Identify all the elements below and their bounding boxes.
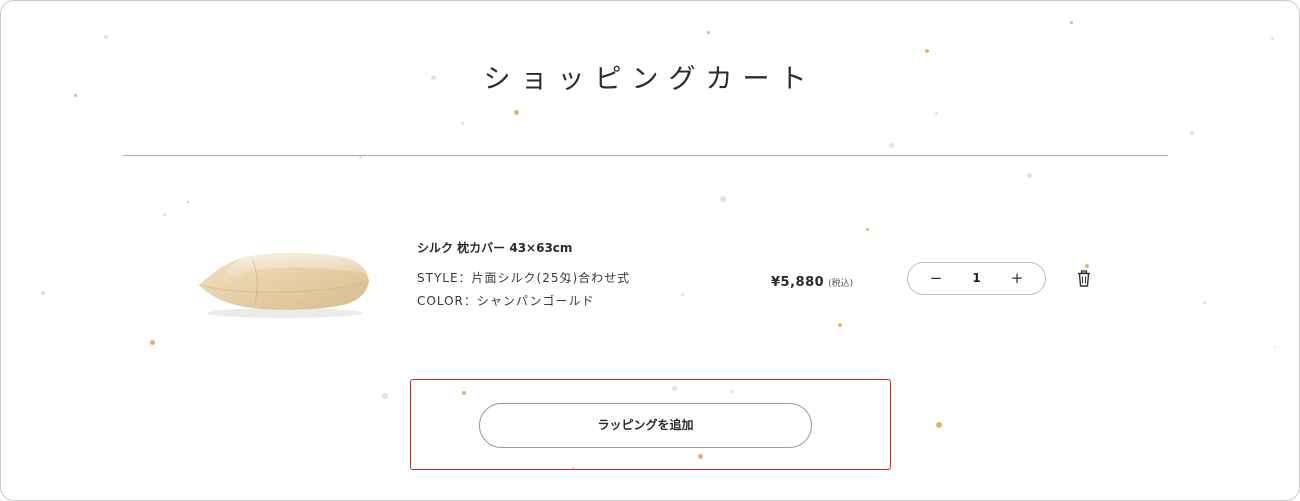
product-style: STYLE：片面シルク(25匁)合わせ式 <box>417 271 631 285</box>
page-title: ショッピングカート <box>483 64 817 95</box>
price-amount: ¥5,880 <box>771 275 825 290</box>
product-color: COLOR：シャンパンゴールド <box>417 294 595 308</box>
pillow-image <box>198 252 370 318</box>
cart-page: ショッピングカート シルク 枕カバー 43×63cm STYLE：片面シルク(2… <box>0 0 1300 501</box>
tax-included-note: (税込) <box>828 279 854 289</box>
add-wrapping-button[interactable]: ラッピングを追加 <box>479 403 812 448</box>
increase-quantity-button[interactable]: + <box>997 263 1037 294</box>
trash-icon <box>1078 270 1090 287</box>
product-image[interactable] <box>193 247 373 321</box>
decrease-quantity-button[interactable]: − <box>916 263 956 294</box>
delete-item-button[interactable] <box>1076 270 1092 288</box>
product-price: ¥5,880 (税込) <box>771 271 853 290</box>
quantity-value[interactable]: 1 <box>957 263 996 294</box>
quantity-stepper: − 1 + <box>907 262 1046 295</box>
product-name[interactable]: シルク 枕カバー 43×63cm <box>417 239 572 256</box>
title-divider <box>123 155 1168 156</box>
